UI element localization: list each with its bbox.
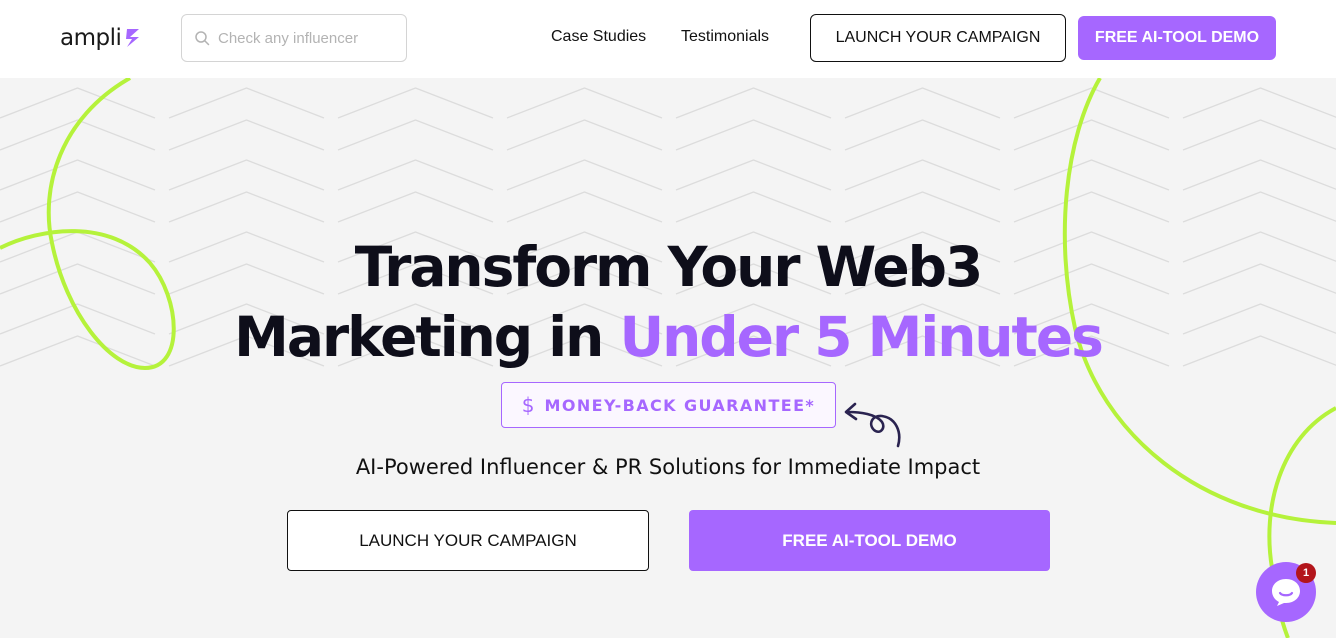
chevron-shape [337,191,494,223]
chevron-shape [0,191,156,223]
chevron-shape [337,119,494,151]
chevron-shape [1182,119,1336,151]
dollar-icon: $ [521,393,535,417]
chevron-shape [337,159,494,191]
chevron-shape [0,159,156,191]
chevron-shape [168,87,325,119]
chevron-shape [1013,159,1170,191]
nav-link-case-studies[interactable]: Case Studies [551,28,646,46]
curly-arrow-icon [844,402,901,448]
search-input[interactable] [218,29,398,47]
chevron-shape [1182,191,1336,223]
hero-headline: Transform Your Web3 Marketing in Under 5… [0,232,1336,372]
chevron-shape [675,119,832,151]
chevron-shape [1013,119,1170,151]
chevron-shape [844,191,1001,223]
chevron-shape [844,87,1001,119]
chevron-shape [0,87,156,119]
money-back-guarantee-badge: $ MONEY-BACK GUARANTEE* [501,382,836,428]
chat-bubble-icon [1272,579,1300,606]
chevron-shape [168,191,325,223]
chevron-shape [168,159,325,191]
nav-link-testimonials[interactable]: Testimonials [681,28,769,46]
headline-accent: Under 5 Minutes [619,305,1103,369]
hero-free-demo-button[interactable]: FREE AI-TOOL DEMO [689,510,1050,571]
headline-line-1: Transform Your Web3 [354,235,984,299]
chevron-shape [1013,191,1170,223]
chevron-shape [675,191,832,223]
ampli-logo[interactable]: ampli [60,22,142,54]
site-header: ampli Case Studies Testimonials LAUNCH Y… [0,0,1336,78]
chevron-shape [844,119,1001,151]
chevron-shape [675,159,832,191]
chevron-shape [337,87,494,119]
bolt-icon [126,29,140,47]
chevron-shape [506,119,663,151]
chevron-shape [506,87,663,119]
chevron-shape [844,159,1001,191]
guarantee-label: MONEY-BACK GUARANTEE* [544,395,816,415]
header-launch-campaign-button[interactable]: LAUNCH YOUR CAMPAIGN [810,14,1066,62]
chevron-shape [1182,159,1336,191]
header-free-demo-button[interactable]: FREE AI-TOOL DEMO [1078,16,1276,60]
logo-text: ampli [60,25,122,51]
chevron-shape [506,191,663,223]
chevron-shape [506,159,663,191]
hero-launch-campaign-button[interactable]: LAUNCH YOUR CAMPAIGN [287,510,649,571]
search-icon [195,31,210,46]
chevron-shape [675,87,832,119]
headline-line-2-prefix: Marketing in [234,305,620,369]
chevron-shape [1182,87,1336,119]
hero-subtitle: AI-Powered Influencer & PR Solutions for… [355,455,981,479]
chat-notification-badge: 1 [1296,563,1316,583]
influencer-search[interactable] [181,14,407,62]
chevron-shape [168,119,325,151]
